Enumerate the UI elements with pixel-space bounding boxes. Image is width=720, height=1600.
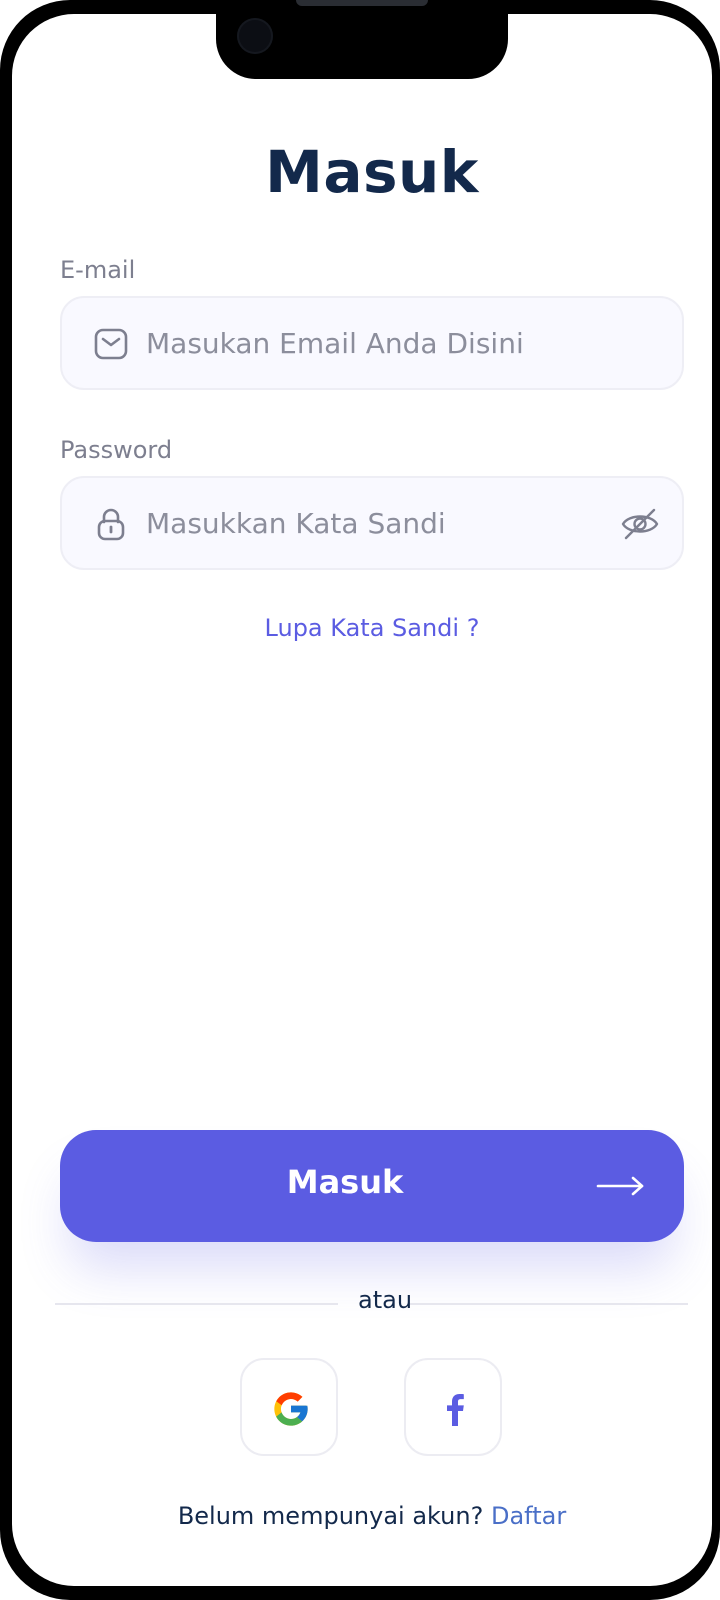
app-screen: Masuk E-mail Password Lupa Kata Sandi — [12, 14, 712, 1586]
password-input[interactable] — [146, 478, 646, 568]
email-input[interactable] — [146, 298, 646, 388]
signup-link[interactable]: Daftar — [491, 1502, 566, 1530]
email-label: E-mail — [60, 256, 136, 284]
eye-off-icon[interactable] — [620, 506, 660, 542]
divider-text: atau — [358, 1286, 413, 1314]
login-button[interactable]: Masuk — [60, 1130, 684, 1242]
device-speaker — [296, 0, 428, 6]
divider-left — [55, 1303, 338, 1305]
forgot-password-link[interactable]: Lupa Kata Sandi ? — [12, 614, 712, 642]
facebook-login-button[interactable] — [404, 1358, 502, 1456]
google-login-button[interactable] — [240, 1358, 338, 1456]
facebook-icon — [447, 1394, 464, 1426]
login-button-label: Masuk — [286, 1163, 404, 1201]
password-label: Password — [60, 436, 173, 464]
phone-frame: Masuk E-mail Password Lupa Kata Sandi — [0, 0, 720, 1600]
arrow-right-icon — [596, 1176, 644, 1196]
front-camera — [237, 18, 273, 54]
lock-icon — [97, 508, 125, 541]
email-field-container[interactable] — [60, 296, 684, 390]
google-icon — [274, 1392, 308, 1426]
page-title: Masuk — [265, 138, 479, 206]
signup-row: Belum mempunyai akun? Daftar — [12, 1502, 712, 1530]
divider-right — [410, 1303, 688, 1305]
password-field-container[interactable] — [60, 476, 684, 570]
signup-prompt: Belum mempunyai akun? — [177, 1502, 484, 1530]
mail-icon — [94, 328, 128, 360]
